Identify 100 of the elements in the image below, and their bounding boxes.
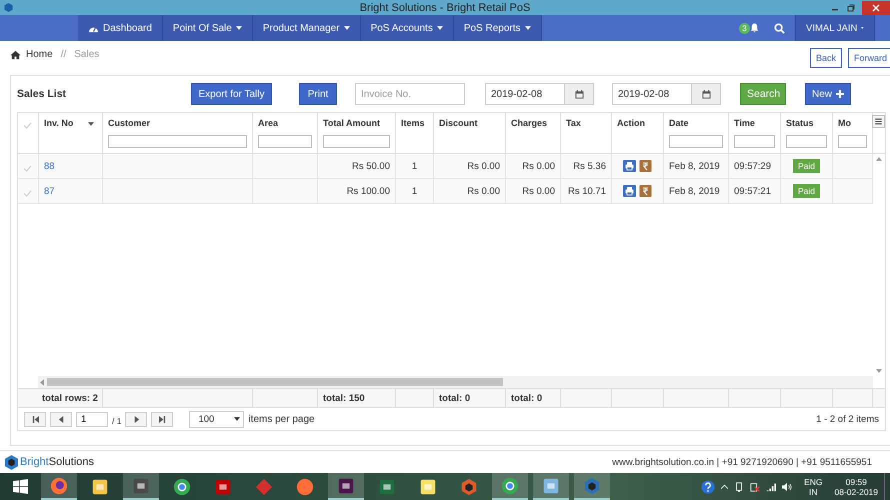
column-header[interactable]: Items [401, 118, 425, 128]
nav-menu-item[interactable]: PoS Reports [454, 15, 542, 41]
column-filter-field[interactable] [786, 135, 827, 148]
back-button[interactable]: Back [810, 48, 842, 68]
search-icon[interactable] [774, 22, 785, 34]
nav-menu-item[interactable]: Dashboard [78, 15, 163, 41]
row-checkbox[interactable] [23, 164, 32, 172]
column-header[interactable]: Mo [838, 118, 851, 128]
column-header[interactable]: Tax [566, 118, 581, 128]
table-cell: Rs 50.00 [352, 160, 390, 172]
close-icon[interactable] [862, 0, 890, 14]
home-icon [10, 50, 21, 60]
table-cell: Rs 100.00 [346, 186, 390, 196]
caret-icon [344, 26, 350, 30]
region-code[interactable]: IN [809, 486, 818, 496]
taskbar-app[interactable] [123, 473, 159, 500]
page-size-select[interactable]: 100 [189, 410, 244, 428]
circle-app-icon [296, 478, 314, 496]
invoice-field[interactable]: Invoice No. [355, 83, 465, 105]
rupee-icon[interactable] [639, 160, 652, 172]
new-button[interactable]: New [805, 83, 851, 105]
language-code[interactable]: ENG [804, 476, 823, 486]
invoice-link[interactable]: 88 [44, 160, 55, 172]
next-icon [132, 416, 140, 422]
chevron-up-icon[interactable] [721, 484, 728, 489]
column-header[interactable]: Date [669, 118, 689, 128]
plus-icon [836, 90, 844, 98]
page-number-field[interactable]: 1 [76, 412, 108, 426]
help-icon[interactable] [701, 480, 716, 494]
breadcrumb-current: Sales [74, 49, 100, 60]
taskbar-app[interactable] [328, 473, 364, 500]
horizontal-scrollbar[interactable] [38, 376, 873, 388]
signal-icon[interactable] [766, 482, 776, 492]
select-all-checkbox[interactable] [23, 122, 32, 129]
column-filter-field[interactable] [258, 135, 312, 148]
print-icon[interactable] [623, 160, 636, 172]
column-filter-field[interactable] [323, 135, 390, 148]
export-button[interactable]: Export for Tally [191, 83, 272, 105]
column-header[interactable]: Inv. No [44, 118, 74, 128]
scroll-down-icon[interactable] [876, 369, 882, 373]
column-filter-field[interactable] [734, 135, 775, 148]
next-page-button[interactable] [125, 412, 148, 426]
column-header[interactable]: Area [258, 118, 278, 128]
table-cell: Rs 0.00 [467, 160, 500, 172]
scroll-up-icon[interactable] [876, 157, 882, 161]
diamond-icon [255, 478, 273, 496]
date-to-field[interactable]: 2019-02-08 [612, 83, 721, 105]
first-page-button[interactable] [24, 412, 46, 426]
status-badge: Paid [792, 159, 820, 173]
table-cell: Rs 0.00 [522, 186, 555, 196]
column-header[interactable]: Status [786, 118, 814, 128]
column-header[interactable]: Time [734, 118, 755, 128]
column-filter-field[interactable] [838, 135, 867, 148]
brand-name: BrightSolutions [20, 456, 94, 468]
column-header[interactable]: Action [617, 118, 645, 128]
column-header[interactable]: Charges [511, 118, 548, 128]
cube-icon [583, 476, 601, 494]
clock-time[interactable]: 09:59 [846, 476, 867, 486]
panel-title: Sales List [17, 88, 68, 100]
bell-icon [750, 23, 759, 33]
nav-menu-item[interactable]: Product Manager [252, 15, 361, 41]
clock-date[interactable]: 08-02-2019 [834, 486, 878, 496]
previous-page-button[interactable] [50, 412, 72, 426]
battery-icon[interactable] [750, 482, 760, 492]
caret-icon [524, 26, 531, 30]
print-button[interactable]: Print [299, 83, 337, 105]
taskbar-app[interactable] [492, 473, 528, 500]
column-header[interactable]: Total Amount [323, 118, 380, 128]
nav-menu-item[interactable]: PoS Accounts [360, 15, 454, 41]
notification-badge: 3 [739, 22, 750, 34]
forward-button[interactable]: Forward [848, 48, 890, 68]
row-checkbox[interactable] [23, 190, 32, 196]
invoice-link[interactable]: 87 [44, 186, 55, 196]
table-cell: 1 [412, 186, 418, 196]
table-cell: Feb 8, 2019 [669, 160, 720, 172]
user-menu[interactable]: VIMAL JAIN [795, 15, 875, 41]
notes-icon [419, 478, 437, 496]
total-amount-sum: total: 150 [323, 392, 365, 404]
taskbar-app[interactable] [41, 473, 77, 500]
scroll-left-icon[interactable] [40, 378, 44, 386]
column-filter-field[interactable] [108, 135, 247, 148]
column-header[interactable]: Discount [439, 118, 478, 128]
start-icon[interactable] [13, 479, 28, 494]
table-cell: Feb 8, 2019 [669, 186, 720, 196]
last-page-button[interactable] [151, 412, 174, 426]
table-cell: 09:57:29 [734, 160, 771, 172]
browser-icon [501, 476, 519, 494]
date-from-field[interactable]: 2019-02-08 [485, 83, 594, 105]
column-header[interactable]: Customer [108, 118, 150, 128]
last-page-icon [158, 416, 166, 422]
restore-icon[interactable] [846, 2, 856, 12]
print-icon[interactable] [623, 185, 636, 197]
taskbar-app[interactable] [574, 473, 610, 500]
column-filter-field[interactable] [669, 135, 723, 148]
sort-caret-icon [88, 122, 94, 126]
rupee-icon[interactable] [639, 185, 652, 197]
volume-icon[interactable] [782, 482, 792, 492]
nav-menu-item[interactable]: Point Of Sale [162, 15, 253, 41]
breadcrumb-link[interactable]: Home [26, 49, 53, 60]
column-menu-icon[interactable] [872, 115, 885, 128]
